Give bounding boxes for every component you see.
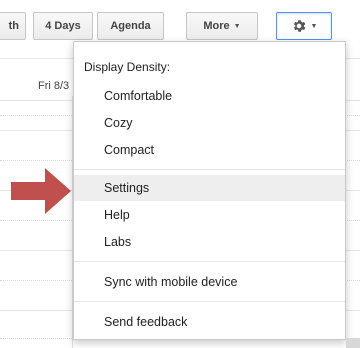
menu-item-label: Send feedback xyxy=(104,315,188,329)
menu-item-label: Cozy xyxy=(104,116,133,130)
month-view-button[interactable]: th xyxy=(0,12,26,40)
menu-item-label: Help xyxy=(104,208,130,222)
gear-icon xyxy=(291,18,307,34)
menu-item-compact[interactable]: Compact xyxy=(74,137,345,163)
menu-item-label: Settings xyxy=(104,181,150,195)
menu-item-sync-mobile[interactable]: Sync with mobile device xyxy=(74,269,345,295)
more-label: More xyxy=(203,20,230,32)
agenda-label: Agenda xyxy=(110,20,151,32)
calendar-toolbar: th 4 Days Agenda More ▼ ▼ xyxy=(0,0,360,42)
chevron-down-icon: ▼ xyxy=(233,22,241,30)
menu-separator xyxy=(74,261,345,262)
agenda-view-button[interactable]: Agenda xyxy=(97,12,164,40)
menu-item-label: Comfortable xyxy=(104,89,173,103)
menu-item-cozy[interactable]: Cozy xyxy=(74,110,345,136)
right-arrow-shape xyxy=(11,168,71,214)
day-header[interactable]: Fri 8/3 xyxy=(38,80,69,92)
menu-item-label: Sync with mobile device xyxy=(104,275,238,289)
four-days-view-button[interactable]: 4 Days xyxy=(33,12,93,40)
more-button[interactable]: More ▼ xyxy=(186,12,258,40)
four-days-label: 4 Days xyxy=(45,20,81,32)
menu-separator xyxy=(74,301,345,302)
menu-separator xyxy=(74,169,345,170)
menu-item-label: Labs xyxy=(104,235,132,249)
settings-gear-button[interactable]: ▼ xyxy=(276,12,332,40)
menu-item-help[interactable]: Help xyxy=(74,202,345,228)
menu-item-label: Compact xyxy=(104,143,155,157)
display-density-header: Display Density: xyxy=(84,60,171,74)
menu-item-settings[interactable]: Settings xyxy=(74,175,345,201)
month-view-label: th xyxy=(8,20,19,32)
menu-item-comfortable[interactable]: Comfortable xyxy=(74,83,345,109)
chevron-down-icon: ▼ xyxy=(310,22,318,30)
menu-item-labs[interactable]: Labs xyxy=(74,229,345,255)
menu-item-send-feedback[interactable]: Send feedback xyxy=(74,309,345,335)
scrollbar-corner[interactable] xyxy=(346,338,360,348)
right-arrow-icon xyxy=(11,168,71,214)
settings-dropdown-menu: Display Density: Comfortable Cozy Compac… xyxy=(73,41,346,340)
